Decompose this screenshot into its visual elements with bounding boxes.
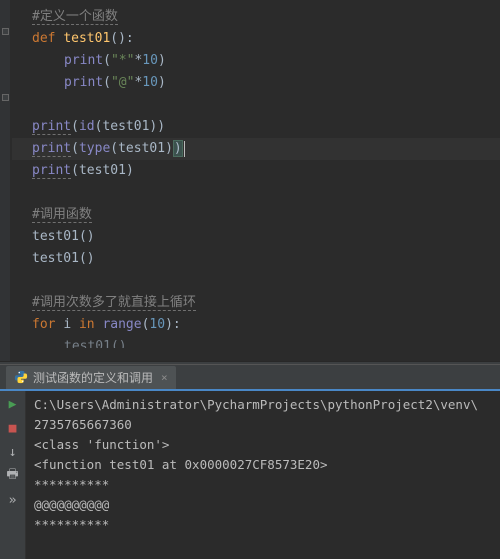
code-line[interactable] xyxy=(12,94,500,116)
code-line[interactable]: for i in range(10): xyxy=(12,314,500,336)
print-icon[interactable]: 🖶 xyxy=(4,467,22,485)
code-line[interactable]: print("@"*10) xyxy=(12,72,500,94)
code-line[interactable]: test01() xyxy=(12,336,500,348)
console-output-line: 2735765667360 xyxy=(34,415,492,435)
close-tab-icon[interactable]: × xyxy=(161,371,168,384)
code-line[interactable]: #调用次数多了就直接上循环 xyxy=(12,292,500,314)
code-editor[interactable]: #定义一个函数def test01():print("*"*10)print("… xyxy=(0,0,500,361)
console-output-line: <function test01 at 0x0000027CF8573E20> xyxy=(34,455,492,475)
console-tab-bar: 测试函数的定义和调用 × xyxy=(0,365,500,391)
code-line[interactable]: print("*"*10) xyxy=(12,50,500,72)
stop-icon[interactable]: ■ xyxy=(4,419,22,437)
console-output-line: <class 'function'> xyxy=(34,435,492,455)
console-output-line: ********** xyxy=(34,515,492,535)
console-output-line: ********** xyxy=(34,475,492,495)
code-line[interactable]: #定义一个函数 xyxy=(12,6,500,28)
python-file-icon xyxy=(14,370,28,384)
code-line[interactable]: print(type(test01)) xyxy=(12,138,500,160)
console-tab[interactable]: 测试函数的定义和调用 × xyxy=(6,366,176,389)
console-output-line: @@@@@@@@@@ xyxy=(34,495,492,515)
rerun-icon[interactable]: ▶ xyxy=(4,395,22,413)
console-toolbar: ▶ ■ ↓ 🖶 » xyxy=(0,391,26,559)
code-line[interactable]: #调用函数 xyxy=(12,204,500,226)
run-tool-window: 测试函数的定义和调用 × ▶ ■ ↓ 🖶 » C:\Users\Administ… xyxy=(0,364,500,559)
console-output-line: C:\Users\Administrator\PycharmProjects\p… xyxy=(34,395,492,415)
console-tab-label: 测试函数的定义和调用 xyxy=(33,369,153,386)
scroll-down-icon[interactable]: ↓ xyxy=(4,443,22,461)
console-output[interactable]: C:\Users\Administrator\PycharmProjects\p… xyxy=(26,391,500,559)
console-body: ▶ ■ ↓ 🖶 » C:\Users\Administrator\Pycharm… xyxy=(0,391,500,559)
code-line[interactable] xyxy=(12,270,500,292)
code-line[interactable]: print(id(test01)) xyxy=(12,116,500,138)
code-line[interactable] xyxy=(12,182,500,204)
more-icon[interactable]: » xyxy=(4,491,22,509)
editor-gutter xyxy=(0,0,10,361)
code-line[interactable]: def test01(): xyxy=(12,28,500,50)
fold-marker-icon[interactable] xyxy=(2,28,9,35)
code-line[interactable]: print(test01) xyxy=(12,160,500,182)
code-line[interactable]: test01() xyxy=(12,248,500,270)
fold-marker-icon[interactable] xyxy=(2,94,9,101)
code-line[interactable]: test01() xyxy=(12,226,500,248)
